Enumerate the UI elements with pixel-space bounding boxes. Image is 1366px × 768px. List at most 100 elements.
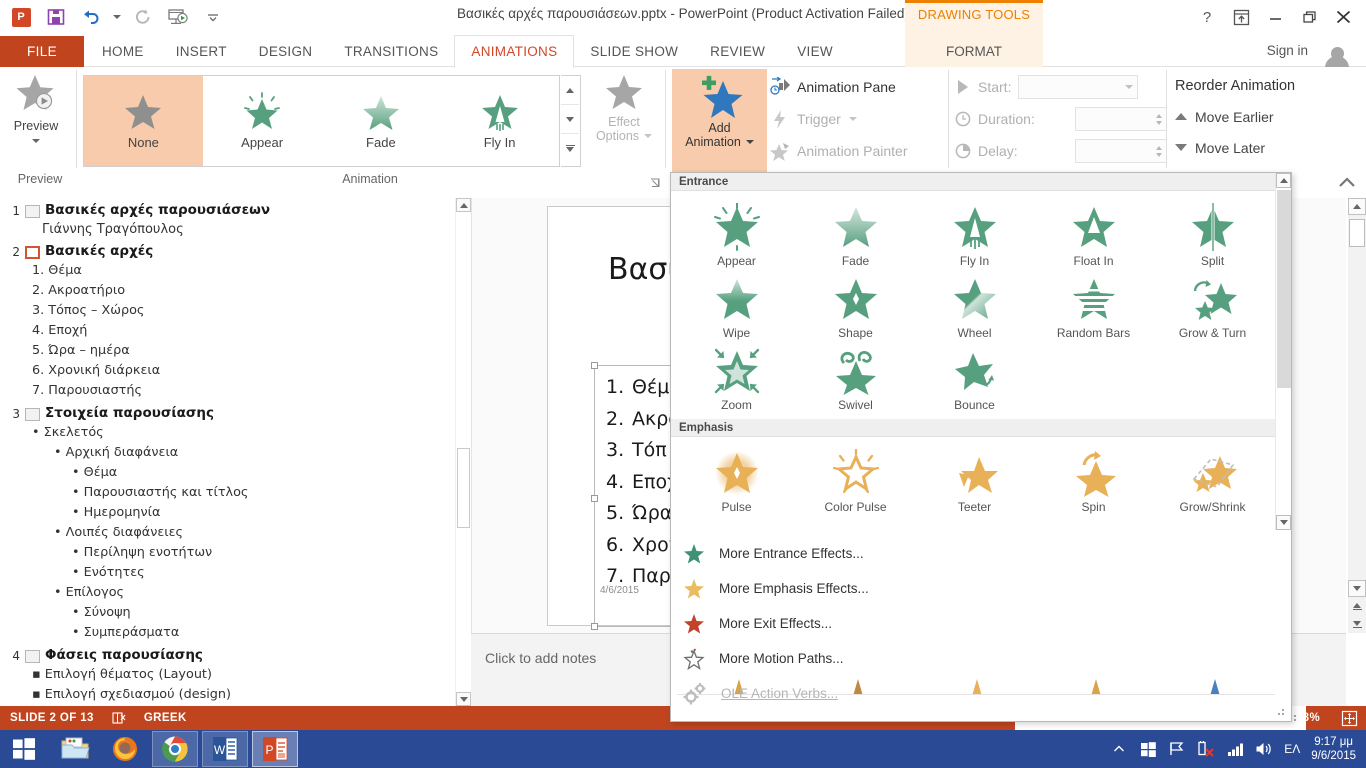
dropdown-scroll-thumb[interactable] [1277, 190, 1291, 388]
outline-slide-title[interactable]: Βασικές αρχές παρουσιάσεων [45, 201, 270, 219]
notes-placeholder[interactable]: Click to add notes [485, 650, 596, 666]
outline-line[interactable]: • Περίληψη ενοτήτων [0, 543, 455, 563]
effect-item-fly-in[interactable]: Fly In [915, 197, 1034, 269]
delay-input[interactable] [1075, 139, 1167, 163]
taskbar-file-explorer[interactable] [52, 731, 98, 767]
keyboard-language-indicator[interactable]: ΕΛ [1284, 742, 1300, 756]
fit-to-window-icon[interactable] [1332, 706, 1366, 730]
outline-slide-thumbnail[interactable] [25, 650, 40, 663]
effect-item-bounce[interactable]: Bounce [915, 341, 1034, 413]
sign-in-link[interactable]: Sign in [1267, 43, 1308, 58]
outline-line[interactable]: Γιάννης Τραγόπουλος [0, 220, 455, 239]
taskbar-word[interactable]: W [202, 731, 248, 767]
dropdown-menu-items[interactable]: More Entrance Effects... More Emphasis Ef… [671, 530, 1291, 721]
signal-bars-icon[interactable] [1226, 740, 1244, 758]
trigger-button[interactable]: Trigger [770, 103, 950, 135]
taskbar-chrome[interactable] [152, 731, 198, 767]
collapse-ribbon-icon[interactable] [1338, 176, 1356, 189]
gallery-item-fade[interactable]: Fade [322, 76, 441, 166]
animation-gallery[interactable]: None Appear Fade Fly In [83, 75, 560, 167]
effect-item-swivel[interactable]: Swivel [796, 341, 915, 413]
outline-slide-thumbnail[interactable] [25, 408, 40, 421]
outline-line[interactable]: • Λοιπές διαφάνειες [0, 523, 455, 543]
menu-item-more-exit-effects[interactable]: More Exit Effects... [671, 606, 1291, 641]
tab-file[interactable]: FILE [0, 36, 84, 67]
outline-line[interactable]: 6. Χρονική διάρκεια [0, 361, 455, 381]
gallery-more-icon[interactable] [561, 134, 579, 163]
effect-item-spin[interactable]: Spin [1034, 443, 1153, 515]
menu-item-more-entrance-effects[interactable]: More Entrance Effects... [671, 536, 1291, 571]
outline-line[interactable]: • Σκελετός [0, 423, 455, 443]
tab-transitions[interactable]: TRANSITIONS [328, 36, 454, 67]
spell-check-icon[interactable] [112, 711, 126, 725]
outline-slide-title[interactable]: Στοιχεία παρουσίασης [45, 404, 214, 422]
animation-pane-button[interactable]: Animation Pane [770, 71, 950, 103]
outline-slide-thumbnail[interactable] [25, 205, 40, 218]
outline-line[interactable]: • Συμπεράσματα [0, 623, 455, 643]
outline-scroll-up-icon[interactable] [456, 198, 471, 212]
outline-line[interactable]: 4. Εποχή [0, 321, 455, 341]
preview-dropdown-icon[interactable] [32, 139, 40, 143]
effect-options-button[interactable]: Effect Options [588, 71, 660, 171]
clock[interactable]: 9:17 μμ 9/6/2015 [1311, 735, 1356, 763]
language-indicator[interactable]: GREEK [144, 712, 187, 724]
previous-slide-icon[interactable] [1348, 598, 1366, 615]
outline-line[interactable]: 2. Ακροατήριο [0, 281, 455, 301]
avatar[interactable] [1314, 38, 1360, 68]
resize-handle[interactable] [591, 362, 598, 369]
add-animation-button[interactable]: Add Animation [672, 69, 767, 173]
action-center-icon[interactable] [1139, 740, 1157, 758]
outline-pane[interactable]: 1 Βασικές αρχές παρουσιάσεων Γιάννης Τραγό… [0, 198, 455, 706]
scroll-down-icon[interactable] [1348, 580, 1366, 597]
gallery-scrollbar[interactable] [561, 75, 581, 167]
outline-scroll-down-icon[interactable] [456, 692, 471, 706]
outline-line[interactable]: • Επίλογος [0, 583, 455, 603]
tab-design[interactable]: DESIGN [243, 36, 329, 67]
outline-slide[interactable]: 4 Φάσεις παρουσίασης ▪ Επιλογή θέματος (La… [0, 643, 455, 705]
effect-item-float-in[interactable]: Float In [1034, 197, 1153, 269]
tab-insert[interactable]: INSERT [160, 36, 243, 67]
outline-slide-title[interactable]: Φάσεις παρουσίασης [45, 646, 203, 664]
effect-item-wheel[interactable]: Wheel [915, 269, 1034, 341]
resize-handle[interactable] [591, 623, 598, 630]
tab-view[interactable]: VIEW [781, 36, 849, 67]
effect-item-grow-turn[interactable]: Grow & Turn [1153, 269, 1272, 341]
move-earlier-button[interactable]: Move Earlier [1175, 101, 1355, 132]
show-hidden-icons[interactable] [1110, 740, 1128, 758]
entrance-effects-grid[interactable]: Appear Fade Fly In Float In Split Wipe Shape Wh… [671, 191, 1291, 417]
outline-line[interactable]: • Αρχική διαφάνεια [0, 443, 455, 463]
emphasis-effects-grid[interactable]: Pulse Color Pulse Teeter Spin Grow/Shrink [671, 437, 1291, 519]
outline-line[interactable]: • Ημερομηνία [0, 503, 455, 523]
outline-slide[interactable]: 3 Στοιχεία παρουσίασης • Σκελετός • Αρχική … [0, 401, 455, 643]
outline-line[interactable]: • Παρουσιαστής και τίτλος [0, 483, 455, 503]
animation-dialog-launcher[interactable] [650, 178, 661, 189]
scroll-thumb[interactable] [1349, 219, 1365, 247]
outline-line[interactable]: • Σύνοψη [0, 603, 455, 623]
duration-stepper[interactable] [1156, 113, 1162, 125]
trigger-dropdown-icon[interactable] [848, 117, 857, 121]
effect-item-fade[interactable]: Fade [796, 197, 915, 269]
add-animation-dropdown[interactable]: Entrance Appear Fade Fly In Float In Split Wi… [670, 172, 1292, 722]
menu-item-more-motion-paths[interactable]: More Motion Paths... [671, 641, 1291, 676]
outline-scroll-thumb[interactable] [457, 448, 470, 528]
effect-item-split[interactable]: Split [1153, 197, 1272, 269]
outline-scrollbar[interactable] [455, 198, 471, 706]
tab-home[interactable]: HOME [86, 36, 160, 67]
volume-icon[interactable] [1255, 740, 1273, 758]
gallery-item-none[interactable]: None [84, 76, 203, 166]
start-button[interactable] [0, 730, 48, 768]
gallery-item-appear[interactable]: Appear [203, 76, 322, 166]
resize-grip-icon[interactable] [1276, 707, 1286, 717]
animation-painter-button[interactable]: Animation Painter [770, 135, 950, 167]
outline-line[interactable]: ▪ Επιλογή σχεδιασμού (design) [0, 685, 455, 705]
outline-slide[interactable]: 2 Βασικές αρχές 1. Θέμα 2. Ακροατήριο 3. Τόπ… [0, 239, 455, 401]
outline-line[interactable]: • Θέμα [0, 463, 455, 483]
taskbar-powerpoint[interactable]: P [252, 731, 298, 767]
outline-line[interactable]: 7. Παρουσιαστής [0, 381, 455, 401]
minimize-button[interactable] [1260, 3, 1290, 31]
outline-slide-thumbnail[interactable] [25, 246, 40, 259]
tab-review[interactable]: REVIEW [694, 36, 781, 67]
dropdown-scroll-up-icon[interactable] [1276, 173, 1291, 188]
tab-animations[interactable]: ANIMATIONS [454, 34, 575, 68]
effect-item-color-pulse[interactable]: Color Pulse [796, 443, 915, 515]
